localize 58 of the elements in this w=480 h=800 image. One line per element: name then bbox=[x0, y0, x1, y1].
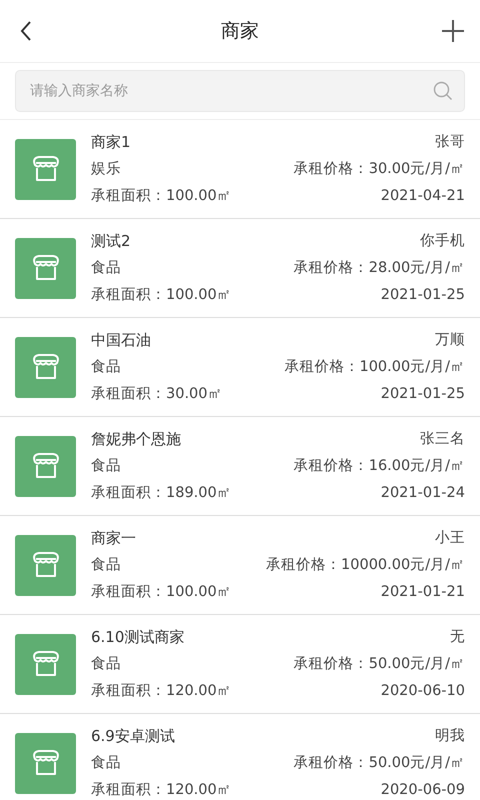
page-title: 商家 bbox=[221, 19, 259, 44]
merchant-name: 商家一 bbox=[91, 528, 136, 548]
merchant-row[interactable]: 商家1 张哥 娱乐 承租价格：30.00元/月/㎡ 承租面积：100.00㎡ 2021-04-21 bbox=[0, 120, 480, 219]
rent-area: 承租面积：120.00㎡ bbox=[91, 681, 232, 701]
merchant-row[interactable]: 商家一 小王 食品 承租价格：10000.00元/月/㎡ 承租面积：100.00㎡ 2021-01-21 bbox=[0, 516, 480, 615]
date-label: 2021-01-25 bbox=[380, 385, 465, 404]
category-label: 食品 bbox=[91, 358, 121, 377]
contact-name: 无 bbox=[450, 628, 465, 647]
rent-price: 承租价格：10000.00元/月/㎡ bbox=[266, 556, 465, 575]
rent-area: 承租面积：100.00㎡ bbox=[91, 285, 232, 305]
store-icon bbox=[15, 634, 76, 694]
rent-price: 承租价格：30.00元/月/㎡ bbox=[294, 160, 465, 179]
merchant-row[interactable]: 测试2 你手机 食品 承租价格：28.00元/月/㎡ 承租面积：100.00㎡ 2021-01-25 bbox=[0, 219, 480, 318]
rent-area: 承租面积：120.00㎡ bbox=[91, 780, 232, 800]
rent-price: 承租价格：16.00元/月/㎡ bbox=[294, 457, 465, 476]
date-label: 2020-06-09 bbox=[380, 781, 465, 800]
category-label: 食品 bbox=[91, 457, 121, 476]
rent-area: 承租面积：189.00㎡ bbox=[91, 483, 232, 503]
contact-name: 张哥 bbox=[435, 133, 465, 152]
store-icon bbox=[15, 336, 76, 398]
store-icon bbox=[15, 732, 76, 794]
store-icon bbox=[15, 238, 76, 298]
contact-name: 小王 bbox=[435, 529, 465, 548]
rent-area: 承租面积：30.00㎡ bbox=[91, 384, 223, 404]
rent-area: 承租面积：100.00㎡ bbox=[91, 186, 232, 206]
category-label: 娱乐 bbox=[91, 160, 121, 179]
merchant-row[interactable]: 詹妮弗个恩施 张三名 食品 承租价格：16.00元/月/㎡ 承租面积：189.00㎡ 2021-01-24 bbox=[0, 417, 480, 516]
merchant-name: 商家1 bbox=[91, 132, 131, 152]
contact-name: 万顺 bbox=[435, 331, 465, 350]
merchant-name: 测试2 bbox=[91, 231, 131, 251]
category-label: 食品 bbox=[91, 655, 121, 674]
store-icon bbox=[15, 436, 76, 496]
date-label: 2020-06-10 bbox=[380, 682, 465, 701]
date-label: 2021-01-21 bbox=[380, 583, 465, 602]
merchant-name: 6.10测试商家 bbox=[91, 627, 184, 647]
merchant-row[interactable]: 6.9安卓测试 明我 食品 承租价格：50.00元/月/㎡ 承租面积：120.00㎡ 2020-06-09 bbox=[0, 714, 480, 800]
rent-price: 承租价格：50.00元/月/㎡ bbox=[294, 754, 465, 773]
date-label: 2021-01-25 bbox=[380, 286, 465, 305]
contact-name: 你手机 bbox=[420, 232, 465, 251]
date-label: 2021-04-21 bbox=[380, 187, 465, 206]
rent-price: 承租价格：28.00元/月/㎡ bbox=[294, 259, 465, 278]
rent-area: 承租面积：100.00㎡ bbox=[91, 582, 232, 602]
store-icon bbox=[15, 534, 76, 596]
category-label: 食品 bbox=[91, 259, 121, 278]
store-icon bbox=[15, 138, 76, 200]
merchant-name: 詹妮弗个恩施 bbox=[91, 429, 181, 449]
contact-name: 张三名 bbox=[420, 430, 465, 449]
rent-price: 承租价格：100.00元/月/㎡ bbox=[284, 358, 465, 377]
category-label: 食品 bbox=[91, 556, 121, 575]
date-label: 2021-01-24 bbox=[380, 484, 465, 503]
category-label: 食品 bbox=[91, 754, 121, 773]
merchant-name: 6.9安卓测试 bbox=[91, 726, 175, 746]
rent-price: 承租价格：50.00元/月/㎡ bbox=[294, 655, 465, 674]
merchant-row[interactable]: 6.10测试商家 无 食品 承租价格：50.00元/月/㎡ 承租面积：120.00㎡ 2020-06-10 bbox=[0, 615, 480, 714]
search-field[interactable]: 请输入商家名称 bbox=[15, 70, 465, 112]
contact-name: 明我 bbox=[435, 727, 465, 746]
merchant-row[interactable]: 中国石油 万顺 食品 承租价格：100.00元/月/㎡ 承租面积：30.00㎡ 2021-01-25 bbox=[0, 318, 480, 417]
merchant-name: 中国石油 bbox=[91, 330, 151, 350]
